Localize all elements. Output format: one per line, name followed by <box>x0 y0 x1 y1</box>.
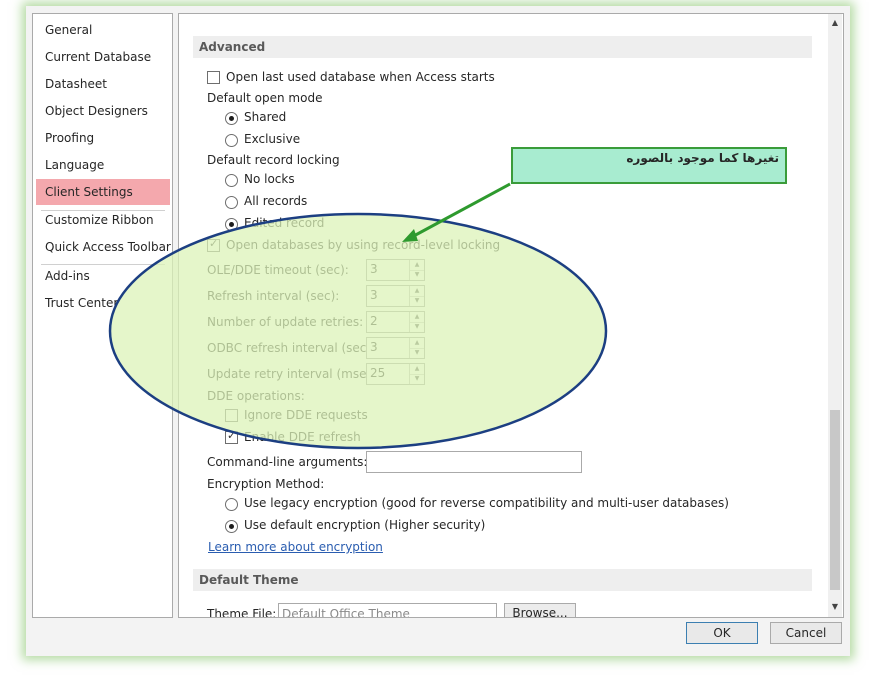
all-records-label: All records <box>244 194 308 208</box>
default-encryption-label: Use default encryption (Higher security) <box>244 518 486 532</box>
ole-dde-timeout-spinner[interactable]: 3 ▲ ▼ <box>366 259 425 281</box>
odbc-refresh-interval-label: ODBC refresh interval (sec): <box>207 341 376 355</box>
sidebar-item-customize-ribbon[interactable]: Customize Ribbon <box>33 207 170 233</box>
settings-panel: Advanced Open last used database when Ac… <box>178 13 844 618</box>
legacy-encryption-radio[interactable] <box>225 498 238 511</box>
shared-label: Shared <box>244 110 287 124</box>
sidebar-item-datasheet[interactable]: Datasheet <box>33 71 170 97</box>
enable-dde-refresh-checkbox[interactable] <box>225 429 238 444</box>
spinner-value[interactable]: 2 <box>370 314 378 328</box>
scroll-down-icon[interactable]: ▼ <box>828 600 842 614</box>
edited-record-label: Edited record <box>244 216 325 230</box>
encryption-method-label: Encryption Method: <box>207 477 325 491</box>
exclusive-radio[interactable] <box>225 134 238 147</box>
odbc-refresh-interval-spinner[interactable]: 3 ▲ ▼ <box>366 337 425 359</box>
dde-operations-label: DDE operations: <box>207 389 305 403</box>
refresh-interval-spinner[interactable]: 3 ▲ ▼ <box>366 285 425 307</box>
sidebar-item-proofing[interactable]: Proofing <box>33 125 170 151</box>
ignore-dde-label: Ignore DDE requests <box>244 408 368 422</box>
all-records-radio[interactable] <box>225 196 238 209</box>
command-line-label: Command-line arguments: <box>207 455 368 469</box>
spinner-value[interactable]: 3 <box>370 340 378 354</box>
spin-down-icon[interactable]: ▼ <box>410 296 424 306</box>
default-open-mode-label: Default open mode <box>207 91 323 105</box>
scroll-up-icon[interactable]: ▲ <box>828 16 842 30</box>
sidebar-item-quick-access-toolbar[interactable]: Quick Access Toolbar <box>33 234 171 260</box>
update-retry-interval-label: Update retry interval (msec): <box>207 367 382 381</box>
open-last-used-checkbox[interactable] <box>207 71 220 84</box>
annotation-callout: تغيرها كما موجود بالصوره <box>511 147 787 184</box>
ok-button[interactable]: OK <box>686 622 758 644</box>
learn-more-encryption-link[interactable]: Learn more about encryption <box>208 540 383 554</box>
section-header-default-theme: Default Theme <box>193 569 812 591</box>
ole-dde-timeout-label: OLE/DDE timeout (sec): <box>207 263 349 277</box>
section-header-advanced: Advanced <box>193 36 812 58</box>
default-encryption-radio[interactable] <box>225 520 238 533</box>
sidebar-item-client-settings[interactable]: Client Settings <box>36 179 170 205</box>
legacy-encryption-label: Use legacy encryption (good for reverse … <box>244 496 729 510</box>
cancel-button[interactable]: Cancel <box>770 622 842 644</box>
settings-scrollbar[interactable]: ▲ ▼ <box>828 14 842 617</box>
sidebar-item-current-database[interactable]: Current Database <box>33 44 170 70</box>
spin-down-icon[interactable]: ▼ <box>410 374 424 384</box>
theme-file-label: Theme File: <box>207 607 277 617</box>
spinner-value[interactable]: 25 <box>370 366 385 380</box>
record-level-locking-checkbox[interactable] <box>207 237 220 252</box>
no-locks-label: No locks <box>244 172 295 186</box>
theme-file-input[interactable]: Default Office Theme <box>278 603 497 617</box>
sidebar-item-trust-center[interactable]: Trust Center <box>33 290 170 316</box>
sidebar-item-general[interactable]: General <box>33 17 170 43</box>
spin-down-icon[interactable]: ▼ <box>410 270 424 280</box>
open-last-used-label: Open last used database when Access star… <box>226 70 495 84</box>
spinner-value[interactable]: 3 <box>370 288 378 302</box>
spinner-value[interactable]: 3 <box>370 262 378 276</box>
update-retry-interval-spinner[interactable]: 25 ▲ ▼ <box>366 363 425 385</box>
update-retries-label: Number of update retries: <box>207 315 364 329</box>
ignore-dde-checkbox[interactable] <box>225 409 238 422</box>
sidebar-item-object-designers[interactable]: Object Designers <box>33 98 170 124</box>
update-retries-spinner[interactable]: 2 ▲ ▼ <box>366 311 425 333</box>
shared-radio[interactable] <box>225 112 238 125</box>
refresh-interval-label: Refresh interval (sec): <box>207 289 340 303</box>
scroll-thumb[interactable] <box>830 410 840 590</box>
no-locks-radio[interactable] <box>225 174 238 187</box>
browse-button[interactable]: Browse... <box>504 603 576 617</box>
command-line-input[interactable] <box>366 451 582 473</box>
edited-record-radio[interactable] <box>225 218 238 231</box>
exclusive-label: Exclusive <box>244 132 301 146</box>
sidebar-item-add-ins[interactable]: Add-ins <box>33 263 170 289</box>
spin-down-icon[interactable]: ▼ <box>410 348 424 358</box>
enable-dde-refresh-label: Enable DDE refresh <box>244 430 361 444</box>
record-level-locking-label: Open databases by using record-level loc… <box>226 238 501 252</box>
default-record-locking-label: Default record locking <box>207 153 340 167</box>
spin-down-icon[interactable]: ▼ <box>410 322 424 332</box>
sidebar-item-language[interactable]: Language <box>33 152 170 178</box>
options-sidebar: General Current Database Datasheet Objec… <box>32 13 173 618</box>
